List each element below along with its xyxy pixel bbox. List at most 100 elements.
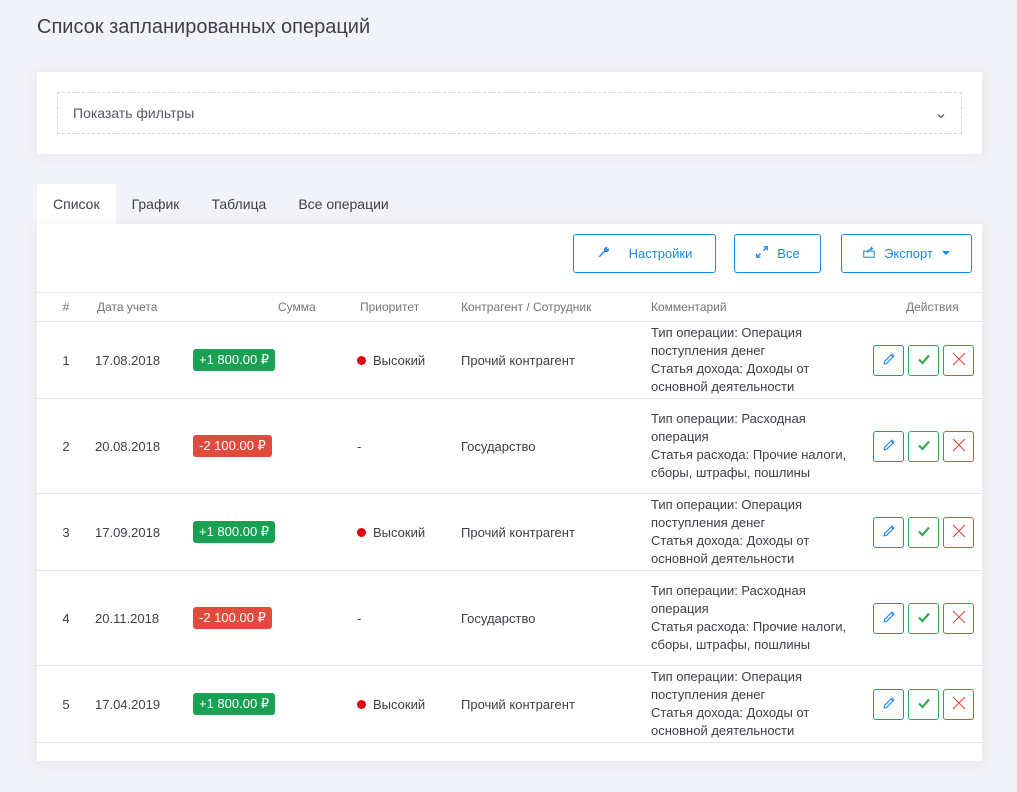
priority-label: -: [357, 438, 362, 454]
check-icon: [916, 695, 932, 714]
row-actions: [851, 399, 982, 494]
all-label: Все: [777, 246, 800, 261]
delete-button[interactable]: [943, 516, 974, 548]
comment-line: Статья дохода: Доходы от основной деятел…: [651, 705, 810, 738]
row-actions: [851, 494, 982, 571]
comment-line: Тип операции: Операция поступления денег: [651, 325, 803, 358]
comment-line: Тип операции: Операция поступления денег: [651, 497, 803, 530]
priority-label: Высокий: [373, 696, 426, 712]
header-num: #: [37, 292, 95, 322]
operations-card: Настройки Все Экспорт # Дата учета Сумма…: [37, 224, 982, 761]
row-date: 17.04.2019: [95, 696, 161, 712]
settings-button[interactable]: Настройки: [573, 234, 716, 273]
row-counterparty: Прочий контрагент: [461, 352, 575, 368]
check-icon: [916, 523, 932, 542]
delete-button[interactable]: [943, 688, 974, 720]
row-date: 17.09.2018: [95, 524, 161, 540]
show-filters-toggle[interactable]: Показать фильтры: [57, 92, 962, 134]
header-amount: Сумма: [193, 292, 357, 322]
amount-badge: +1 800.00 ₽: [193, 521, 276, 543]
tab-table[interactable]: Таблица: [195, 184, 282, 224]
edit-button[interactable]: [873, 430, 904, 462]
row-priority: Высокий: [357, 666, 461, 743]
edit-button[interactable]: [873, 688, 904, 720]
row-amount-cell: -2 100.00 ₽: [193, 399, 357, 494]
priority-dot-icon: [357, 527, 366, 537]
table-row: 1 17.08.2018 +1 800.00 ₽ Высокий Прочий …: [37, 322, 982, 399]
table-header-row: # Дата учета Сумма Приоритет Контрагент …: [37, 292, 982, 322]
comment-line: Статья расхода: Прочие налоги, сборы, шт…: [651, 619, 847, 652]
confirm-button[interactable]: [908, 516, 939, 548]
row-priority: Высокий: [357, 322, 461, 399]
tab-chart[interactable]: График: [116, 184, 196, 224]
close-icon: [951, 695, 967, 714]
tab-list[interactable]: Список: [37, 184, 116, 224]
row-amount-cell: -2 100.00 ₽: [193, 571, 357, 666]
close-icon: [951, 437, 967, 456]
edit-button[interactable]: [873, 516, 904, 548]
comment-line: Тип операции: Операция поступления денег: [651, 669, 803, 702]
row-num: 4: [62, 610, 70, 626]
row-actions: [851, 666, 982, 743]
row-comment: Тип операции: Операция поступления денег…: [651, 666, 851, 743]
tab-all-operations[interactable]: Все операции: [282, 184, 404, 224]
row-date: 20.11.2018: [95, 610, 160, 626]
check-icon: [916, 437, 932, 456]
export-dropdown-button[interactable]: Экспорт: [841, 234, 972, 273]
edit-button[interactable]: [873, 344, 904, 376]
row-date: 17.08.2018: [95, 352, 161, 368]
edit-button[interactable]: [873, 602, 904, 634]
header-priority: Приоритет: [357, 292, 461, 322]
amount-badge: -2 100.00 ₽: [193, 435, 272, 457]
confirm-button[interactable]: [908, 688, 939, 720]
confirm-button[interactable]: [908, 344, 939, 376]
confirm-button[interactable]: [908, 602, 939, 634]
pencil-icon: [881, 351, 897, 370]
delete-button[interactable]: [943, 344, 974, 376]
row-counterparty: Прочий контрагент: [461, 524, 575, 540]
header-actions: Действия: [851, 292, 982, 322]
amount-badge: +1 800.00 ₽: [193, 349, 276, 371]
row-actions: [851, 322, 982, 399]
amount-badge: -2 100.00 ₽: [193, 607, 272, 629]
amount-badge: +1 800.00 ₽: [193, 693, 276, 715]
delete-button[interactable]: [943, 430, 974, 462]
comment-line: Статья расхода: Прочие налоги, сборы, шт…: [651, 447, 847, 480]
wrench-icon: [597, 245, 611, 262]
expand-icon: [755, 245, 769, 262]
row-priority: -: [357, 571, 461, 666]
row-comment: Тип операции: Операция поступления денег…: [651, 494, 851, 571]
row-amount-cell: +1 800.00 ₽: [193, 322, 357, 399]
row-num: 1: [62, 352, 70, 368]
export-label: Экспорт: [884, 246, 933, 261]
pencil-icon: [881, 695, 897, 714]
check-icon: [916, 351, 932, 370]
operations-table: # Дата учета Сумма Приоритет Контрагент …: [37, 292, 982, 743]
confirm-button[interactable]: [908, 430, 939, 462]
close-icon: [951, 609, 967, 628]
check-icon: [916, 609, 932, 628]
caret-down-icon: [941, 246, 951, 261]
expand-all-button[interactable]: Все: [734, 234, 821, 273]
row-amount-cell: +1 800.00 ₽: [193, 494, 357, 571]
table-row: 3 17.09.2018 +1 800.00 ₽ Высокий Прочий …: [37, 494, 982, 571]
priority-label: -: [357, 610, 362, 626]
row-date: 20.08.2018: [95, 438, 161, 454]
close-icon: [951, 351, 967, 370]
row-comment: Тип операции: Расходная операция Статья …: [651, 399, 851, 494]
row-num: 5: [62, 696, 70, 712]
priority-label: Высокий: [373, 524, 426, 540]
row-counterparty: Государство: [461, 438, 536, 454]
pencil-icon: [881, 609, 897, 628]
row-num: 3: [62, 524, 70, 540]
header-counterparty: Контрагент / Сотрудник: [461, 292, 651, 322]
row-num: 2: [62, 438, 70, 454]
row-counterparty: Прочий контрагент: [461, 696, 575, 712]
row-comment: Тип операции: Расходная операция Статья …: [651, 571, 851, 666]
pencil-icon: [881, 437, 897, 456]
delete-button[interactable]: [943, 602, 974, 634]
pencil-icon: [881, 523, 897, 542]
chevron-down-icon: [936, 108, 946, 119]
priority-label: Высокий: [373, 352, 426, 368]
table-row: 4 20.11.2018 -2 100.00 ₽ - Государство Т…: [37, 571, 982, 666]
